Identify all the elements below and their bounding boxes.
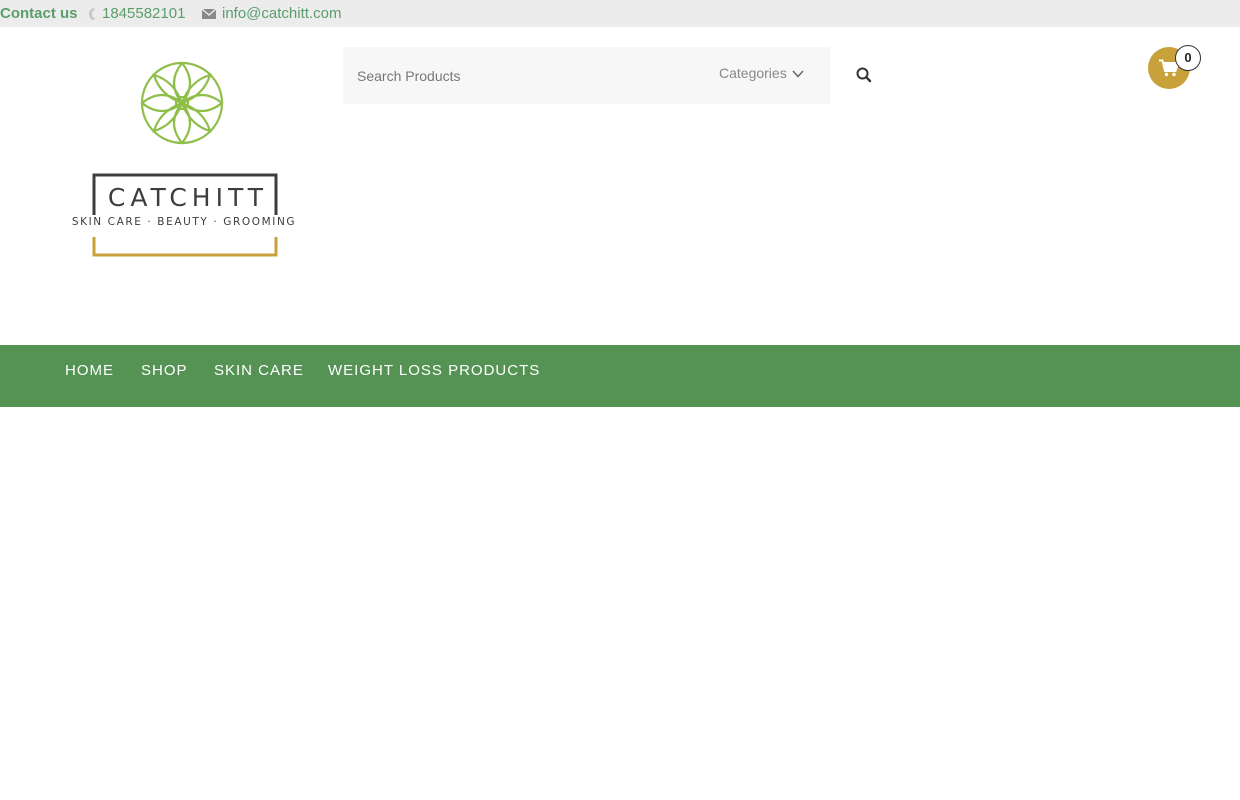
mail-icon <box>202 9 216 19</box>
search-icon <box>856 67 872 83</box>
email-address: info@catchitt.com <box>222 5 342 22</box>
categories-label: Categories <box>719 65 787 81</box>
search-input[interactable] <box>357 63 687 89</box>
main-navigation: HOME SHOP SKIN CARE WEIGHT LOSS PRODUCTS <box>0 345 1240 407</box>
top-contact-bar: Contact us 1845582101 info@catchitt.com <box>0 0 1240 27</box>
chevron-down-icon <box>792 70 804 78</box>
leaf-ornament-icon <box>140 61 224 145</box>
phone-icon <box>89 8 95 20</box>
phone-number: 1845582101 <box>102 5 186 22</box>
nav-item-weight-loss-products[interactable]: WEIGHT LOSS PRODUCTS <box>328 362 540 380</box>
nav-item-shop[interactable]: SHOP <box>141 362 188 380</box>
search-bar: Categories <box>343 47 830 104</box>
categories-dropdown[interactable]: Categories <box>719 65 804 81</box>
contact-us-label[interactable]: Contact us <box>0 0 78 27</box>
logo-wordmark: CATCHITT <box>107 183 269 212</box>
site-logo[interactable]: CATCHITT SKIN CARE · BEAUTY · GROOMING <box>58 55 310 260</box>
search-button[interactable] <box>855 66 873 84</box>
nav-item-home[interactable]: HOME <box>65 362 114 380</box>
nav-item-skin-care[interactable]: SKIN CARE <box>214 362 304 380</box>
logo-tagline: SKIN CARE · BEAUTY · GROOMING <box>71 216 297 228</box>
cart-count-badge: 0 <box>1175 45 1201 71</box>
